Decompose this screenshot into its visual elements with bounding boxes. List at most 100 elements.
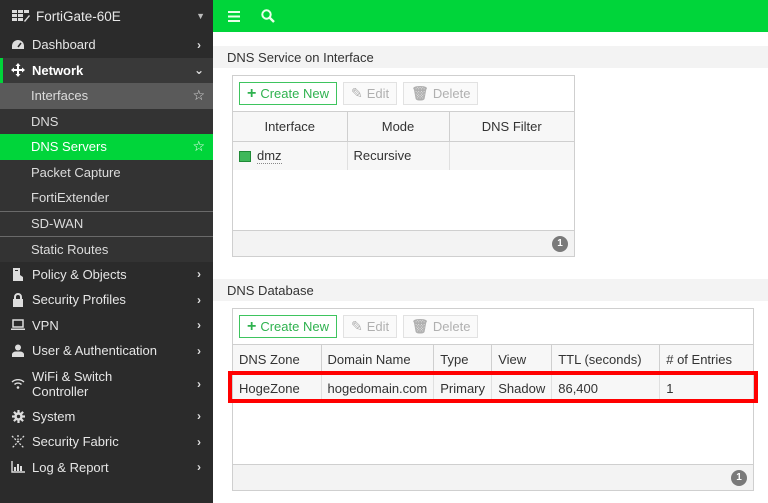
column-header-mode[interactable]: Mode — [347, 111, 450, 142]
column-header-view[interactable]: View — [491, 344, 553, 375]
sidebar-item-label: Log & Report — [32, 459, 109, 475]
pencil-icon: ✎ — [350, 85, 363, 101]
column-header-ttl[interactable]: TTL (seconds) — [551, 344, 661, 375]
sidebar-item-security-fabric[interactable]: Security Fabric › — [0, 429, 213, 455]
chevron-right-icon: › — [197, 37, 201, 52]
table-row[interactable]: dmz Recursive — [233, 141, 574, 170]
create-new-button[interactable]: + Create New — [239, 315, 337, 338]
interface-port-icon — [239, 151, 251, 163]
fortigate-logo-icon — [12, 9, 30, 23]
cell-ttl: 86,400 — [551, 374, 661, 403]
sidebar-item-security-profiles[interactable]: Security Profiles › — [0, 287, 213, 313]
sidebar-item-label: Security Fabric — [32, 434, 119, 450]
button-label: Delete — [432, 319, 471, 334]
button-label: Edit — [366, 86, 390, 101]
dns-database-toolbar: + Create New ✎ Edit 🗑 Delete — [233, 309, 753, 344]
lock-icon — [10, 292, 26, 308]
pencil-icon: ✎ — [350, 318, 363, 334]
sidebar-subitem-dns-servers[interactable]: DNS Servers ☆ — [0, 134, 213, 160]
fabric-icon — [10, 434, 26, 450]
sidebar: FortiGate-60E ▼ Dashboard › Network ⌄ In… — [0, 0, 213, 503]
row-count-badge: 1 — [552, 235, 568, 252]
sidebar-item-wifi-switch-controller[interactable]: WiFi & Switch Controller › — [0, 364, 213, 404]
dns-service-footer: 1 — [233, 230, 574, 256]
policy-icon — [10, 266, 26, 282]
column-header-type[interactable]: Type — [433, 344, 493, 375]
column-header-dns-filter[interactable]: DNS Filter — [449, 111, 574, 142]
edit-button[interactable]: ✎ Edit — [342, 82, 398, 105]
chevron-right-icon: › — [197, 434, 201, 449]
create-new-button[interactable]: + Create New — [239, 82, 337, 105]
chevron-right-icon: › — [197, 376, 201, 391]
sidebar-subitem-label: Packet Capture — [31, 164, 121, 180]
sidebar-subitem-label: Interfaces — [31, 88, 89, 104]
button-label: Delete — [432, 86, 471, 101]
button-label: Create New — [260, 86, 329, 101]
sidebar-subitem-label: FortiExtender — [31, 190, 110, 206]
sidebar-subitem-packet-capture[interactable]: Packet Capture — [0, 159, 213, 185]
sidebar-item-label: Network — [32, 62, 84, 78]
sidebar-item-label: Policy & Objects — [32, 266, 127, 282]
sidebar-item-vpn[interactable]: VPN › — [0, 313, 213, 339]
sidebar-subitem-sd-wan[interactable]: SD-WAN — [0, 210, 213, 236]
column-header-interface[interactable]: Interface — [233, 111, 348, 142]
table-row[interactable]: HogeZone hogedomain.com Primary Shadow 8… — [233, 374, 753, 403]
trash-icon: 🗑 — [411, 85, 429, 101]
sidebar-item-user-authentication[interactable]: User & Authentication › — [0, 338, 213, 364]
sidebar-item-label-line1: WiFi & Switch — [32, 368, 113, 384]
column-header-domain-name[interactable]: Domain Name — [321, 344, 435, 375]
cell-type: Primary — [433, 374, 493, 403]
cell-entries: 1 — [659, 374, 753, 403]
sidebar-item-log-report[interactable]: Log & Report › — [0, 455, 213, 481]
sidebar-item-dashboard[interactable]: Dashboard › — [0, 32, 213, 58]
cell-dns-filter — [449, 141, 574, 170]
search-icon[interactable] — [257, 5, 279, 27]
sidebar-subitem-label: Static Routes — [31, 241, 109, 257]
plus-icon: + — [247, 317, 257, 335]
sidebar-subitem-fortiextender[interactable]: FortiExtender — [0, 185, 213, 211]
sidebar-subitem-static-routes[interactable]: Static Routes — [0, 236, 213, 262]
chevron-right-icon: › — [197, 318, 201, 333]
top-bar — [213, 0, 768, 32]
device-selector[interactable]: FortiGate-60E ▼ — [0, 0, 213, 32]
cell-mode: Recursive — [347, 141, 450, 170]
cell-interface: dmz — [233, 141, 348, 170]
dns-database-section-title: DNS Database — [213, 279, 768, 301]
hamburger-icon[interactable] — [223, 5, 245, 27]
plus-icon: + — [247, 84, 257, 102]
column-header-entries[interactable]: # of Entries — [659, 344, 753, 375]
table-header-row: Interface Mode DNS Filter — [233, 111, 574, 142]
chevron-right-icon: › — [197, 460, 201, 475]
delete-button[interactable]: 🗑 Delete — [403, 315, 479, 338]
cell-view: Shadow — [491, 374, 553, 403]
dns-service-toolbar: + Create New ✎ Edit 🗑 Delete — [233, 76, 574, 111]
caret-down-icon: ▼ — [196, 11, 205, 21]
interface-name[interactable]: dmz — [257, 148, 282, 165]
sidebar-item-label: Dashboard — [32, 37, 96, 53]
sidebar-subitem-label: DNS — [31, 113, 59, 129]
sidebar-subitem-dns[interactable]: DNS — [0, 108, 213, 134]
network-move-icon — [10, 62, 26, 78]
sidebar-item-label: User & Authentication — [32, 343, 158, 359]
chevron-right-icon: › — [197, 267, 201, 282]
edit-button[interactable]: ✎ Edit — [342, 315, 398, 338]
dashboard-icon — [10, 37, 26, 53]
dns-database-panel: + Create New ✎ Edit 🗑 Delete DNS Zone Do… — [232, 308, 754, 491]
button-label: Create New — [260, 319, 329, 334]
button-label: Edit — [366, 319, 390, 334]
chevron-right-icon: › — [197, 409, 201, 424]
sidebar-item-policy-objects[interactable]: Policy & Objects › — [0, 262, 213, 288]
sidebar-subitem-label: DNS Servers — [31, 139, 107, 155]
sidebar-item-network[interactable]: Network ⌄ — [0, 57, 213, 83]
delete-button[interactable]: 🗑 Delete — [403, 82, 479, 105]
row-count-badge: 1 — [731, 469, 747, 486]
sidebar-subitem-interfaces[interactable]: Interfaces ☆ — [0, 83, 213, 109]
star-icon[interactable]: ☆ — [192, 87, 205, 104]
fortigate-app: FortiGate-60E ▼ Dashboard › Network ⌄ In… — [0, 0, 768, 503]
cell-dns-zone: HogeZone — [233, 374, 322, 403]
sidebar-item-system[interactable]: System › — [0, 404, 213, 430]
star-icon[interactable]: ☆ — [192, 138, 205, 155]
column-header-dns-zone[interactable]: DNS Zone — [233, 344, 322, 375]
table-header-row: DNS Zone Domain Name Type View TTL (seco… — [233, 344, 753, 375]
chevron-right-icon: › — [197, 292, 201, 307]
